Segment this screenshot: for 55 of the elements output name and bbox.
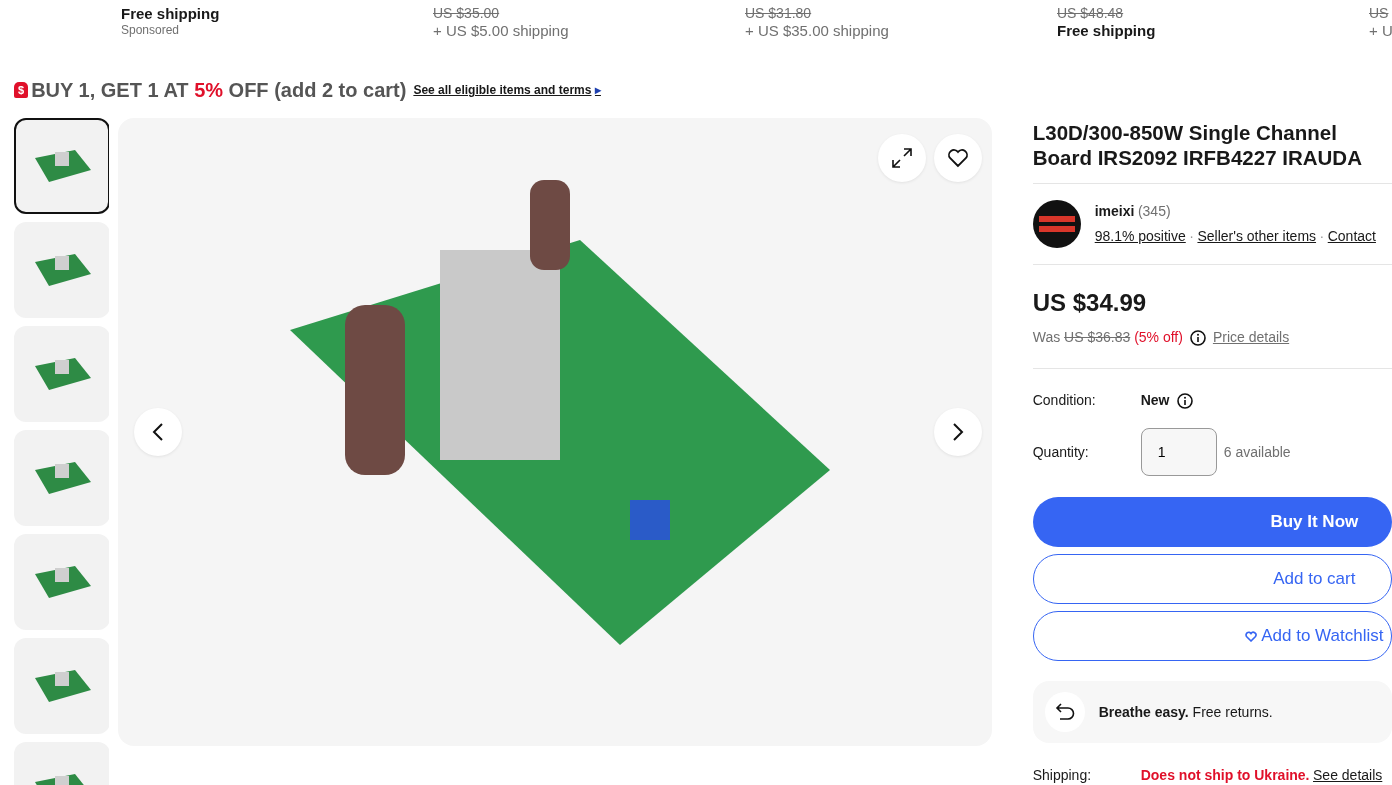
watch-heart-button[interactable] [934, 134, 983, 182]
thumbnail[interactable] [14, 638, 110, 734]
previous-price: Was US $36.83 (5% off) [1032, 328, 1183, 347]
thumbnail[interactable] [14, 118, 110, 214]
expand-icon [891, 147, 914, 169]
return-arrow-icon [1054, 702, 1075, 722]
seller-avatar [1032, 200, 1081, 248]
price-details-link[interactable]: Price details [1212, 327, 1290, 348]
seller-link[interactable]: Contact [1327, 225, 1376, 247]
returns-text: Breathe easy. Free returns. [1098, 702, 1273, 722]
was-price: US $31.80 [745, 5, 812, 22]
sponsored-label: Sponsored [121, 22, 180, 39]
was-price: US [1369, 5, 1389, 22]
seller-name[interactable]: imeixi [1094, 201, 1135, 223]
sale-tag-icon: $ [14, 82, 29, 98]
buy-now-button[interactable]: Buy It Now [1032, 497, 1392, 547]
shipping-cost: + U [1369, 22, 1392, 39]
info-icon[interactable] [1176, 392, 1193, 409]
shipping-note: Does not ship to Ukraine. [1140, 766, 1310, 785]
condition-value: New [1140, 391, 1170, 410]
was-price: US $48.48 [1057, 5, 1124, 22]
shipping-cost: + US $5.00 shipping [433, 22, 569, 39]
free-shipping-label: Free shipping [1057, 22, 1156, 39]
quantity-field[interactable]: 1 [1140, 428, 1217, 476]
info-icon[interactable] [1189, 329, 1206, 346]
was-price: US $35.00 [433, 5, 500, 22]
product-title: L30D/300-850W Single Channel Board IRS2092 IRFB4227 IRAUDA [1032, 120, 1363, 170]
separator-dot: · [1189, 226, 1194, 246]
thumbnail[interactable] [14, 222, 110, 318]
seller-link[interactable]: Seller's other items [1197, 225, 1317, 247]
condition-label: Condition: [1032, 391, 1097, 410]
heart-icon [947, 148, 970, 168]
chevron-left-icon [152, 422, 165, 442]
see-details-link[interactable]: See details [1313, 765, 1383, 785]
item-price: US $34.99 [1032, 288, 1147, 318]
chevron-right-icon [952, 422, 965, 442]
feedback-count: (345) [1137, 202, 1171, 222]
shipping-cost: + US $35.00 shipping [745, 22, 889, 39]
shipping-label: Shipping: [1032, 766, 1093, 785]
previous-image-button[interactable] [134, 408, 183, 456]
seller-link[interactable]: 98.1% positive [1094, 225, 1186, 247]
free-shipping-label: Free shipping [121, 5, 220, 22]
thumbnail[interactable] [14, 430, 110, 526]
separator-dot: · [1319, 226, 1325, 246]
promo-headline: BUY 1, GET 1 AT 5% OFF (add 2 to cart) [31, 78, 407, 103]
heart-icon [1245, 631, 1258, 643]
quantity-label: Quantity: [1032, 442, 1090, 462]
availability-text: 6 available [1223, 442, 1291, 462]
terms-link[interactable]: See all eligible items and terms ▸ [413, 81, 601, 99]
thumbnail[interactable] [14, 534, 110, 630]
add-to-cart-button[interactable]: Add to cart [1032, 554, 1392, 604]
add-to-watchlist-button[interactable]: Add to Watchlist [1032, 611, 1392, 661]
next-image-button[interactable] [934, 408, 983, 456]
expand-button[interactable] [878, 134, 927, 182]
thumbnail[interactable] [14, 326, 110, 422]
